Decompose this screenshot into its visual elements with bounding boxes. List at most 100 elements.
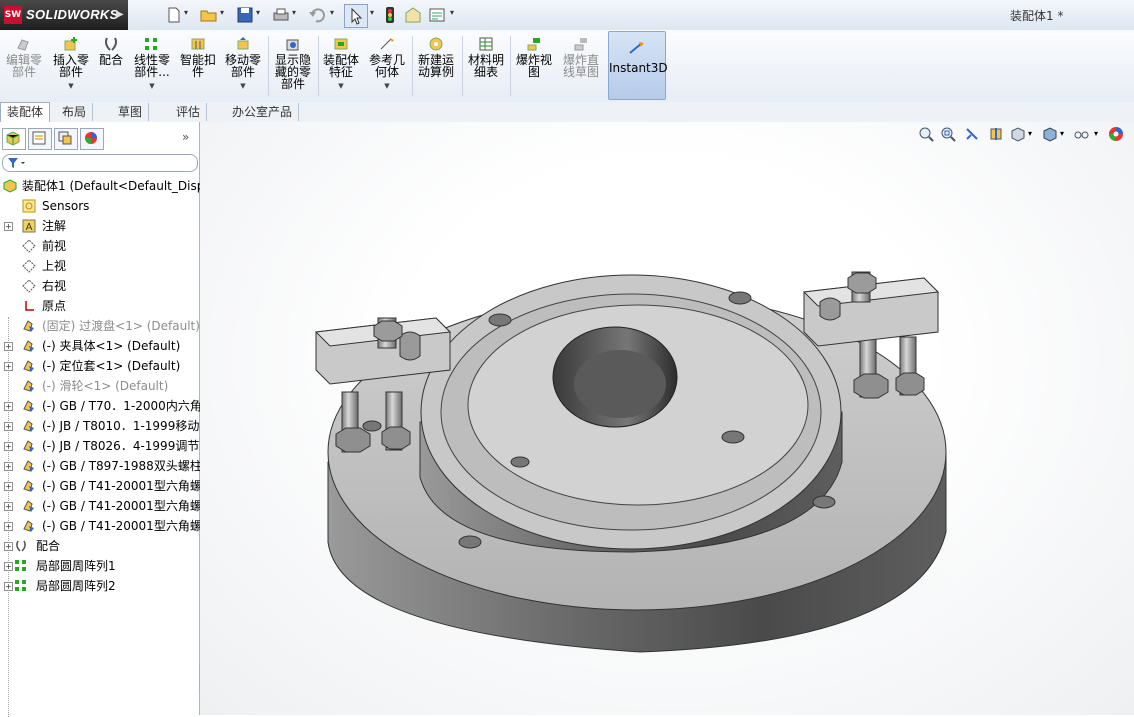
chevron-down-icon[interactable]: ▼ bbox=[222, 80, 264, 92]
tree-item[interactable]: + 局部圆周阵列1 bbox=[0, 556, 199, 576]
tree-item-label: 原点 bbox=[42, 299, 67, 313]
instant3d-button[interactable]: Instant3D bbox=[608, 31, 668, 100]
save-dropdown-icon[interactable]: ▾ bbox=[256, 8, 260, 17]
traffic-light-icon[interactable] bbox=[384, 6, 396, 24]
tree-item[interactable]: + (-) JB / T8010．1-1999移动 bbox=[0, 416, 199, 436]
insert-component-button[interactable]: 插入零 部件 ▼ bbox=[50, 34, 92, 98]
pattern-icon bbox=[15, 580, 26, 591]
move-component-button[interactable]: 移动零 部件 ▼ bbox=[222, 34, 264, 98]
options-dropdown-icon[interactable]: ▾ bbox=[450, 8, 454, 17]
property-manager-icon bbox=[32, 131, 46, 145]
chevron-down-icon[interactable]: ▼ bbox=[50, 80, 92, 92]
show-hidden-components-button[interactable]: 显示隐 藏的零 部件 bbox=[272, 34, 314, 98]
mate-icon bbox=[105, 37, 117, 51]
expand-toggle-icon[interactable]: + bbox=[4, 502, 13, 511]
tree-item-label: 局部圆周阵列1 bbox=[36, 559, 116, 573]
expand-panel-icon[interactable]: » bbox=[182, 130, 189, 144]
configuration-manager-tab[interactable] bbox=[54, 128, 78, 150]
tree-item[interactable]: Sensors bbox=[0, 196, 199, 216]
save-icon[interactable] bbox=[236, 6, 254, 24]
part-icon bbox=[23, 420, 34, 432]
tree-root-label: 装配体1 (Default<Default_Disp bbox=[22, 179, 205, 193]
solidworks-menu-button[interactable]: SW SOLIDWORKS ▶ bbox=[0, 0, 128, 30]
display-manager-tab[interactable] bbox=[80, 128, 104, 150]
smart-fasteners-button[interactable]: 智能扣 件 bbox=[178, 34, 218, 98]
locating-sleeve-part[interactable] bbox=[552, 326, 678, 428]
chevron-down-icon[interactable]: ▼ bbox=[130, 80, 174, 92]
expand-toggle-icon[interactable]: + bbox=[4, 422, 13, 431]
tree-item[interactable]: (-) 滑轮<1> (Default) bbox=[0, 376, 199, 396]
property-manager-tab[interactable] bbox=[28, 128, 52, 150]
bill-of-materials-label: 材料明 细表 bbox=[467, 53, 504, 79]
reference-geometry-button[interactable]: 参考几 何体 ▼ bbox=[366, 34, 408, 98]
chevron-down-icon[interactable]: ▼ bbox=[320, 80, 362, 92]
expand-toggle-icon[interactable]: + bbox=[4, 342, 13, 351]
exploded-view-button[interactable]: 爆炸视 图 bbox=[512, 34, 556, 98]
options-icon[interactable] bbox=[428, 6, 446, 24]
part-icon bbox=[23, 480, 34, 492]
tree-item-label: (-) 夹具体<1> (Default) bbox=[42, 339, 181, 353]
tree-item[interactable]: 前视 bbox=[0, 236, 199, 256]
configuration-manager-icon bbox=[58, 131, 72, 145]
tree-item[interactable]: 上视 bbox=[0, 256, 199, 276]
tab-evaluate[interactable]: 评估 bbox=[170, 103, 208, 121]
expand-toggle-icon[interactable]: + bbox=[4, 362, 13, 371]
feature-manager-tab[interactable] bbox=[2, 128, 26, 150]
tree-item[interactable]: + (-) 夹具体<1> (Default) bbox=[0, 336, 199, 356]
print-dropdown-icon[interactable]: ▾ bbox=[292, 8, 296, 17]
tree-item[interactable]: + (-) JB / T8026．4-1999调节 bbox=[0, 436, 199, 456]
expand-toggle-icon[interactable]: + bbox=[4, 462, 13, 471]
tab-assembly[interactable]: 装配体 bbox=[0, 102, 51, 123]
panel-tabs: » bbox=[0, 128, 199, 150]
expand-toggle-icon[interactable]: + bbox=[4, 562, 13, 571]
linear-pattern-button[interactable]: 线性零 部件... ▼ bbox=[130, 34, 174, 98]
file-properties-icon[interactable] bbox=[404, 6, 422, 24]
explode-line-sketch-button[interactable]: 爆炸直 线草图 bbox=[558, 34, 604, 98]
expand-toggle-icon[interactable]: + bbox=[4, 542, 13, 551]
graphics-area[interactable]: ▾ ▾ ▾ bbox=[200, 122, 1134, 715]
tab-layout[interactable]: 布局 bbox=[56, 103, 94, 121]
open-dropdown-icon[interactable]: ▾ bbox=[220, 8, 224, 17]
tree-item[interactable]: 右视 bbox=[0, 276, 199, 296]
tree-item[interactable]: + (-) GB / T897-1988双头螺柱 bbox=[0, 456, 202, 476]
tree-item[interactable]: 原点 bbox=[0, 296, 199, 316]
tree-item[interactable]: + (-) GB / T70．1-2000内六角 bbox=[0, 396, 202, 416]
expand-toggle-icon[interactable]: + bbox=[4, 522, 13, 531]
expand-toggle-icon[interactable]: + bbox=[4, 482, 13, 491]
tree-item[interactable]: + (-) GB / T41-20001型六角螺 bbox=[0, 476, 202, 496]
new-document-icon[interactable] bbox=[166, 6, 182, 24]
tree-item[interactable]: + A 注解 bbox=[0, 216, 199, 236]
select-dropdown-icon[interactable]: ▾ bbox=[370, 8, 374, 17]
tab-sketch[interactable]: 草图 bbox=[112, 103, 150, 121]
expand-toggle-icon[interactable]: + bbox=[4, 582, 13, 591]
new-motion-study-button[interactable]: 新建运 动算例 bbox=[414, 34, 458, 98]
open-folder-icon[interactable] bbox=[200, 6, 218, 24]
filter-input[interactable] bbox=[2, 154, 198, 172]
tree-item[interactable]: + 配合 bbox=[0, 536, 199, 556]
mate-button[interactable]: 配合 bbox=[96, 34, 126, 98]
expand-toggle-icon[interactable]: + bbox=[4, 442, 13, 451]
tree-item[interactable]: + 局部圆周阵列2 bbox=[0, 576, 199, 596]
tree-item-label: Sensors bbox=[42, 199, 90, 213]
edit-component-button[interactable]: 编辑零 部件 bbox=[4, 34, 44, 98]
mates-icon bbox=[16, 540, 26, 552]
undo-dropdown-icon[interactable]: ▾ bbox=[330, 8, 334, 17]
new-dropdown-icon[interactable]: ▾ bbox=[184, 8, 188, 17]
move-component-icon bbox=[237, 37, 249, 50]
tab-office-products[interactable]: 办公室产品 bbox=[226, 103, 300, 121]
undo-icon[interactable] bbox=[308, 6, 326, 24]
print-icon[interactable] bbox=[272, 6, 290, 24]
tree-item[interactable]: + (-) 定位套<1> (Default) bbox=[0, 356, 199, 376]
select-pointer-icon[interactable] bbox=[344, 4, 368, 28]
bill-of-materials-button[interactable]: 材料明 细表 bbox=[464, 34, 508, 98]
tree-root-assembly[interactable]: 装配体1 (Default<Default_Disp bbox=[0, 176, 204, 196]
expand-toggle-icon[interactable]: + bbox=[4, 402, 13, 411]
expand-toggle-icon[interactable]: + bbox=[4, 222, 13, 231]
assembly-features-button[interactable]: 装配体 特征 ▼ bbox=[320, 34, 362, 98]
chevron-down-icon[interactable]: ▼ bbox=[366, 80, 408, 92]
assembly-3d-model[interactable] bbox=[200, 122, 1134, 715]
tree-item[interactable]: + (-) GB / T41-20001型六角螺 bbox=[0, 496, 202, 516]
tree-item[interactable]: + (-) GB / T41-20001型六角螺 bbox=[0, 516, 202, 536]
tree-item[interactable]: (固定) 过渡盘<1> (Default) bbox=[0, 316, 200, 336]
tree-item-label: (-) JB / T8026．4-1999调节 bbox=[42, 439, 200, 453]
